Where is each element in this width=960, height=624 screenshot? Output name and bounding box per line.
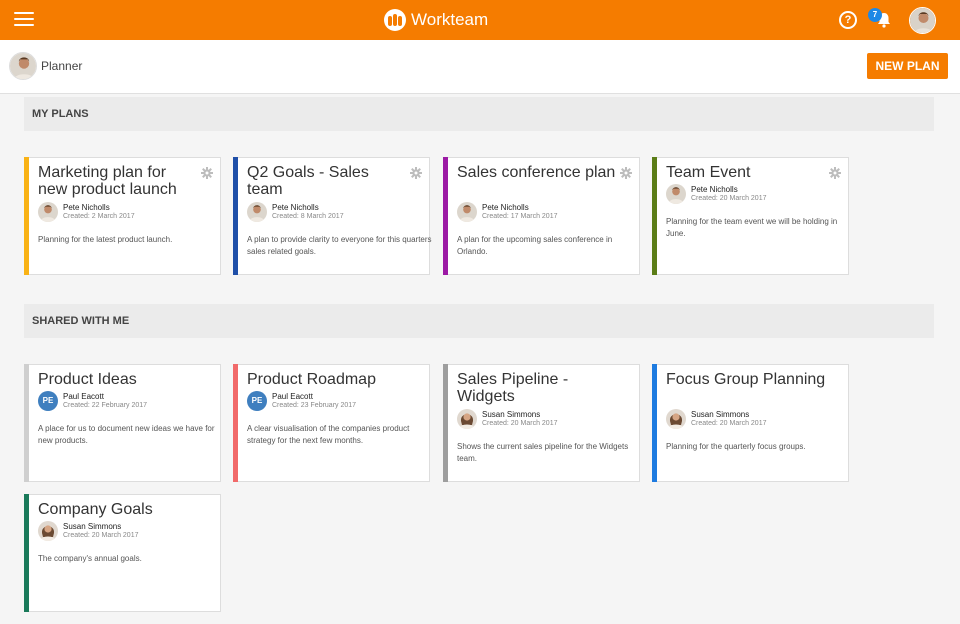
created-date: Created: 8 March 2017 <box>272 213 344 220</box>
card-color-stripe <box>24 157 29 275</box>
owner-name: Pete Nicholls <box>691 185 738 194</box>
brand[interactable]: Workteam <box>384 8 488 32</box>
card-title[interactable]: Sales Pipeline - Widgets <box>457 371 617 405</box>
card-owner: Susan Simmons Created: 20 March 2017 <box>457 409 558 429</box>
card-description: The company's annual goals. <box>38 554 142 563</box>
card-color-stripe <box>24 494 29 612</box>
settings-gear-icon[interactable] <box>620 166 632 179</box>
settings-gear-icon[interactable] <box>829 166 841 179</box>
owner-avatar <box>666 184 686 204</box>
plan-card[interactable]: Company Goals Susan Simmons Created: 20 Ma… <box>24 494 221 612</box>
settings-gear-icon[interactable] <box>410 166 422 179</box>
owner-name: Susan Simmons <box>691 410 750 419</box>
card-color-stripe <box>233 157 238 275</box>
plan-card[interactable]: Focus Group Planning Susan Simmons Created… <box>652 364 849 482</box>
owner-avatar <box>457 202 477 222</box>
owner-avatar <box>666 409 686 429</box>
owner-initials-avatar: PE <box>247 391 267 411</box>
top-app-bar: Workteam ? 7 <box>0 0 960 40</box>
owner-name: Susan Simmons <box>63 522 122 531</box>
card-title[interactable]: Focus Group Planning <box>666 371 826 388</box>
card-description: A plan to provide clarity to everyone fo… <box>247 235 432 256</box>
owner-name: Susan Simmons <box>482 410 541 419</box>
created-date: Created: 20 March 2017 <box>691 195 767 202</box>
card-color-stripe <box>443 157 448 275</box>
notifications-button[interactable]: 7 <box>868 8 894 32</box>
owner-name: Pete Nicholls <box>63 203 110 212</box>
owner-avatar <box>247 202 267 222</box>
workteam-logo-icon <box>384 9 406 31</box>
card-owner: Pete Nicholls Created: 17 March 2017 <box>457 202 558 222</box>
card-title[interactable]: Product Roadmap <box>247 371 407 388</box>
owner-name: Paul Eacott <box>63 392 104 401</box>
plan-card[interactable]: Sales Pipeline - Widgets Susan Simmons Cre… <box>443 364 640 482</box>
created-date: Created: 22 February 2017 <box>63 402 148 409</box>
brand-name: Workteam <box>411 10 489 29</box>
planner-user-avatar <box>9 52 37 80</box>
card-description: Planning for the team event we will be h… <box>666 217 838 238</box>
card-description: Shows the current sales pipeline for the… <box>457 442 629 463</box>
card-description: A clear visualisation of the companies p… <box>247 424 410 445</box>
created-date: Created: 23 February 2017 <box>272 402 357 409</box>
card-title[interactable]: Team Event <box>666 164 826 181</box>
help-icon[interactable]: ? <box>839 11 857 29</box>
card-owner: PE Paul Eacott Created: 23 February 2017 <box>247 391 356 411</box>
card-title[interactable]: Q2 Goals - Sales team <box>247 164 407 198</box>
created-date: Created: 20 March 2017 <box>691 420 767 427</box>
created-date: Created: 20 March 2017 <box>63 532 139 539</box>
plan-card[interactable]: Team Event Pete Nicholls Created: 20 March… <box>652 157 849 275</box>
owner-name: Pete Nicholls <box>482 203 529 212</box>
plan-card[interactable]: Sales conference plan Pete Nicholls Create… <box>443 157 640 275</box>
owner-avatar <box>38 521 58 541</box>
plan-card[interactable]: Product Ideas PE Paul Eacott Created: 22 Fe… <box>24 364 221 482</box>
plan-card[interactable]: Marketing plan for new product launch Pet… <box>24 157 221 275</box>
card-color-stripe <box>652 157 657 275</box>
card-title[interactable]: Product Ideas <box>38 371 198 388</box>
plan-card[interactable]: Q2 Goals - Sales team Pete Nicholls Create… <box>233 157 432 275</box>
card-title[interactable]: Company Goals <box>38 501 198 518</box>
settings-gear-icon[interactable] <box>201 166 213 179</box>
card-owner: Pete Nicholls Created: 20 March 2017 <box>666 184 767 204</box>
new-plan-button[interactable]: NEW PLAN <box>867 53 948 79</box>
owner-name: Paul Eacott <box>272 392 313 401</box>
hamburger-menu-icon[interactable] <box>14 12 34 28</box>
created-date: Created: 17 March 2017 <box>482 213 558 220</box>
page-title: Planner <box>41 59 83 73</box>
owner-name: Pete Nicholls <box>272 203 319 212</box>
card-owner: Susan Simmons Created: 20 March 2017 <box>666 409 767 429</box>
created-date: Created: 2 March 2017 <box>63 213 135 220</box>
card-description: Planning for the quarterly focus groups. <box>666 442 806 451</box>
card-owner: Pete Nicholls Created: 2 March 2017 <box>38 202 135 222</box>
card-title[interactable]: Sales conference plan <box>457 164 617 181</box>
card-description: Planning for the latest product launch. <box>38 235 173 244</box>
planner-header-bar: Planner NEW PLAN <box>0 40 960 94</box>
owner-avatar <box>457 409 477 429</box>
card-owner: Susan Simmons Created: 20 March 2017 <box>38 521 139 541</box>
plan-card[interactable]: Product Roadmap PE Paul Eacott Created: 23 … <box>233 364 430 482</box>
card-description: A plan for the upcoming sales conference… <box>457 235 613 256</box>
shared-with-me-header: SHARED WITH ME <box>24 304 934 338</box>
user-avatar[interactable] <box>909 7 936 34</box>
card-color-stripe <box>652 364 657 482</box>
card-description: A place for us to document new ideas we … <box>38 424 215 445</box>
notification-count-badge: 7 <box>868 8 882 22</box>
my-plans-header: MY PLANS <box>24 97 934 131</box>
owner-avatar <box>38 202 58 222</box>
owner-initials-avatar: PE <box>38 391 58 411</box>
card-owner: Pete Nicholls Created: 8 March 2017 <box>247 202 344 222</box>
card-color-stripe <box>233 364 238 482</box>
card-color-stripe <box>24 364 29 482</box>
card-owner: PE Paul Eacott Created: 22 February 2017 <box>38 391 147 411</box>
card-color-stripe <box>443 364 448 482</box>
card-title[interactable]: Marketing plan for new product launch <box>38 164 198 198</box>
created-date: Created: 20 March 2017 <box>482 420 558 427</box>
